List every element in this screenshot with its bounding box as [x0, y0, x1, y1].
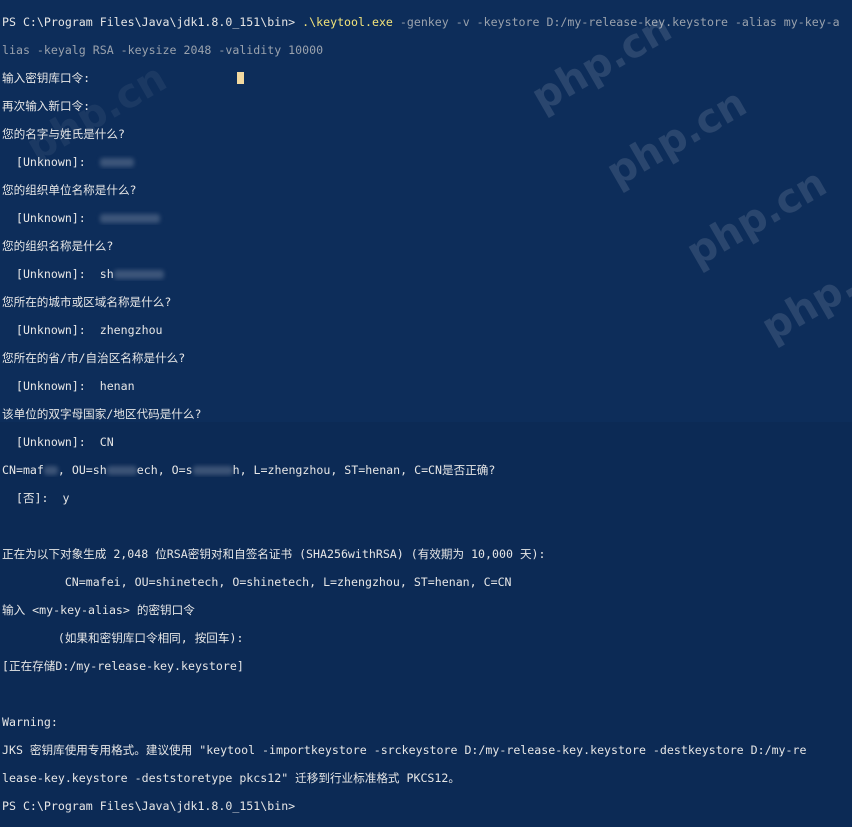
prompt-command-line: PS C:\Program Files\Java\jdk1.8.0_151\bi…	[2, 15, 852, 29]
question-org: 您的组织名称是什么?	[2, 239, 114, 253]
command-continuation: lias -keyalg RSA -keysize 2048 -validity…	[2, 43, 852, 57]
enter-password-text: 输入密钥库口令:	[2, 71, 91, 85]
prompt-text: PS C:\Program Files\Java\jdk1.8.0_151\bi…	[2, 15, 303, 29]
question-city: 您所在的城市或区域名称是什么?	[2, 295, 172, 309]
answer-unit-text: [Unknown]:	[2, 211, 100, 225]
prompt-final: PS C:\Program Files\Java\jdk1.8.0_151\bi…	[2, 799, 296, 813]
answer-state: [Unknown]: henan	[2, 379, 135, 393]
confirm-line: CN=maf , OU=sh ech, O=s h, L=zhengzhou, ST=…	[2, 463, 852, 477]
redacted-blur	[192, 466, 233, 475]
generating-line: 正在为以下对象生成 2,048 位RSA密钥对和自签名证书 (SHA256wit…	[2, 547, 546, 561]
key-password-hint: (如果和密钥库口令相同, 按回车):	[2, 631, 244, 645]
redacted-blur	[99, 158, 134, 167]
cursor	[236, 72, 244, 84]
terminal-console[interactable]: PS C:\Program Files\Java\jdk1.8.0_151\bi…	[0, 0, 852, 813]
warning-title: Warning:	[2, 715, 58, 729]
command-tool: keytool.exe	[316, 15, 393, 29]
key-password-line: 输入 <my-key-alias> 的密钥口令	[2, 603, 195, 617]
answer-name: [Unknown]:	[2, 155, 852, 169]
answer-unit: [Unknown]:	[2, 211, 852, 225]
question-state: 您所在的省/市/自治区名称是什么?	[2, 351, 186, 365]
reenter-password-line: 再次输入新口令:	[2, 99, 91, 113]
answer-country: [Unknown]: CN	[2, 435, 114, 449]
confirm-answer: [否]: y	[2, 491, 70, 505]
answer-name-text: [Unknown]:	[2, 155, 100, 169]
command-args-cont: lias -keyalg RSA -keysize 2048 -validity…	[2, 43, 324, 57]
confirm-part-a: CN=maf	[2, 463, 44, 477]
answer-org: [Unknown]: sh	[2, 267, 852, 281]
warning-line-1: JKS 密钥库使用专用格式。建议使用 "keytool -importkeyst…	[2, 743, 807, 757]
question-unit: 您的组织单位名称是什么?	[2, 183, 137, 197]
redacted-blur	[99, 214, 160, 223]
redacted-blur	[43, 466, 58, 475]
confirm-part-c: ech, O=s	[136, 463, 193, 477]
question-country: 该单位的双字母国家/地区代码是什么?	[2, 407, 202, 421]
enter-password-line: 输入密钥库口令:	[2, 71, 852, 85]
storing-line: [正在存储D:/my-release-key.keystore]	[2, 659, 244, 673]
confirm-part-b: , OU=sh	[57, 463, 107, 477]
warning-line-2: lease-key.keystore -deststoretype pkcs12…	[2, 771, 460, 785]
redacted-blur	[113, 270, 164, 279]
generating-dn: CN=mafei, OU=shinetech, O=shinetech, L=z…	[2, 575, 512, 589]
command-dot: .\	[302, 15, 317, 29]
question-name: 您的名字与姓氏是什么?	[2, 127, 125, 141]
answer-city: [Unknown]: zhengzhou	[2, 323, 163, 337]
confirm-part-d: h, L=zhengzhou, ST=henan, C=CN是否正确?	[232, 463, 496, 477]
answer-org-text: [Unknown]: sh	[2, 267, 114, 281]
command-args: -genkey -v -keystore D:/my-release-key.k…	[392, 15, 840, 29]
redacted-blur	[106, 466, 137, 475]
